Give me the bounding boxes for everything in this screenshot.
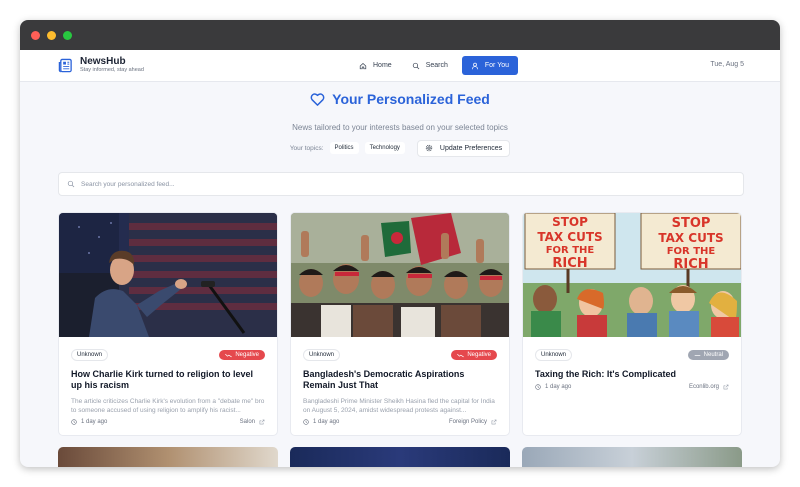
- home-icon: [359, 62, 367, 69]
- close-window-button[interactable]: [31, 30, 40, 40]
- topics-row: Your topics: Politics Technology Update …: [20, 139, 780, 157]
- article-time: 1 day ago: [81, 419, 108, 425]
- nav-for-you[interactable]: For You: [461, 56, 519, 75]
- brand[interactable]: NewsHub Stay informed, stay ahead: [58, 56, 144, 74]
- article-time: 1 day ago: [313, 419, 340, 425]
- source-chip: Unknown: [303, 349, 341, 361]
- sentiment-label: Negative: [235, 352, 259, 358]
- article-card[interactable]: Unknown Negative How Charlie Kirk turned…: [58, 212, 278, 436]
- external-link-icon: [491, 419, 497, 425]
- current-date: Tue, Aug 5: [710, 61, 744, 68]
- article-title[interactable]: Bangladesh's Democratic Aspirations Rema…: [303, 369, 497, 391]
- brand-name: NewsHub: [80, 56, 126, 67]
- update-preferences-label: Update Preferences: [439, 144, 503, 152]
- article-image: STOP TAX CUTS FOR THE RICH STOP TAX CUTS…: [523, 213, 741, 337]
- search-input[interactable]: [81, 180, 681, 188]
- publisher-link[interactable]: Foreign Policy: [449, 419, 497, 425]
- brand-tagline: Stay informed, stay ahead: [80, 67, 144, 73]
- nav-home[interactable]: Home: [353, 56, 398, 75]
- top-navbar: NewsHub Stay informed, stay ahead Home S…: [20, 50, 780, 82]
- article-card-peek[interactable]: [58, 447, 278, 467]
- article-image: [291, 213, 509, 337]
- clock-icon: [303, 419, 309, 425]
- article-summary: Bangladeshi Prime Minister Sheikh Hasina…: [303, 398, 495, 414]
- sign-text-line: STOP: [672, 216, 711, 231]
- topic-chip-politics: Politics: [329, 142, 359, 154]
- external-link-icon: [259, 419, 265, 425]
- sentiment-badge: Negative: [451, 350, 497, 360]
- nav-links: Home Search For You: [353, 56, 519, 75]
- topics-label: Your topics:: [289, 144, 324, 152]
- article-title[interactable]: Taxing the Rich: It's Complicated: [535, 369, 729, 380]
- publisher-link[interactable]: Salon: [240, 419, 265, 425]
- nav-search-label: Search: [425, 62, 448, 69]
- source-chip: Unknown: [71, 349, 109, 361]
- clock-icon: [71, 419, 77, 425]
- sentiment-badge: Negative: [219, 350, 265, 360]
- maximize-window-button[interactable]: [63, 30, 72, 40]
- sentiment-badge: Neutral: [687, 350, 729, 360]
- page-title-text: Your Personalized Feed: [332, 91, 490, 107]
- feed-header: Your Personalized Feed News tailored to …: [20, 82, 780, 157]
- search-icon: [412, 62, 419, 69]
- sign-text-line: TAX CUTS: [658, 231, 723, 245]
- trend-down-icon: [457, 353, 465, 357]
- trend-down-icon: [225, 353, 233, 357]
- page-title: Your Personalized Feed: [310, 91, 490, 107]
- article-card[interactable]: Unknown Negative Bangladesh's Democratic…: [290, 212, 510, 436]
- sign-text-line: STOP: [552, 215, 588, 229]
- sign-text-line: RICH: [673, 257, 708, 272]
- nav-search[interactable]: Search: [406, 56, 454, 75]
- clock-icon: [535, 384, 541, 390]
- source-chip: Unknown: [535, 349, 573, 361]
- sentiment-label: Neutral: [703, 352, 723, 358]
- gear-icon: [425, 144, 433, 152]
- topic-chip-technology: Technology: [364, 142, 405, 154]
- publisher-name: Foreign Policy: [448, 419, 487, 425]
- feed-search-bar[interactable]: [58, 172, 744, 196]
- page-subtitle: News tailored to your interests based on…: [292, 122, 508, 132]
- external-link-icon: [723, 384, 729, 390]
- publisher-name: Econlib.org: [688, 384, 719, 390]
- nav-for-you-label: For You: [484, 62, 510, 69]
- sign-text-line: FOR THE: [546, 245, 595, 256]
- article-summary: The article criticizes Charlie Kirk's ev…: [71, 398, 265, 414]
- publisher-name: Salon: [239, 419, 255, 425]
- article-title[interactable]: How Charlie Kirk turned to religion to l…: [71, 369, 265, 391]
- sign-text-line: FOR THE: [667, 246, 716, 257]
- sign-text-line: TAX CUTS: [537, 230, 602, 244]
- article-card-peek[interactable]: [290, 447, 510, 467]
- publisher-link[interactable]: Econlib.org: [689, 384, 729, 390]
- heart-icon: [310, 92, 325, 106]
- article-image: [59, 213, 277, 337]
- window-titlebar: [20, 20, 780, 50]
- user-icon: [471, 62, 478, 69]
- sign-text-line: RICH: [552, 256, 587, 271]
- article-card-peek[interactable]: [522, 447, 742, 467]
- browser-window: NewsHub Stay informed, stay ahead Home S…: [20, 20, 780, 467]
- minimize-window-button[interactable]: [47, 30, 56, 40]
- nav-home-label: Home: [373, 62, 392, 69]
- article-time: 1 day ago: [545, 384, 572, 390]
- article-card[interactable]: STOP TAX CUTS FOR THE RICH STOP TAX CUTS…: [522, 212, 742, 436]
- update-preferences-button[interactable]: Update Preferences: [416, 139, 511, 157]
- newspaper-icon: [58, 58, 72, 72]
- search-icon: [67, 180, 75, 188]
- sentiment-label: Negative: [467, 352, 491, 358]
- minus-icon: [694, 354, 700, 356]
